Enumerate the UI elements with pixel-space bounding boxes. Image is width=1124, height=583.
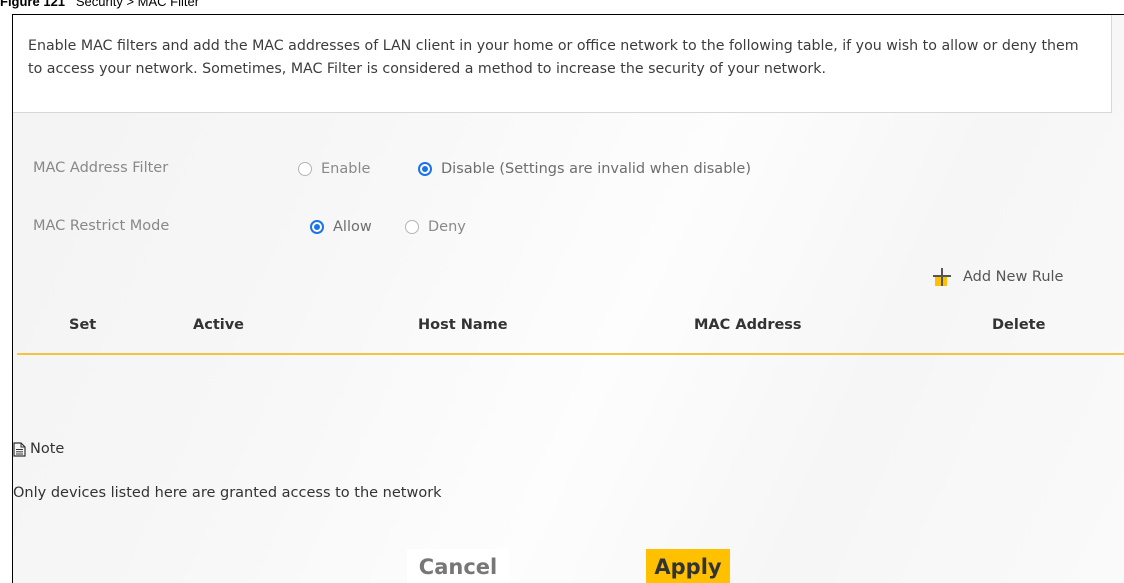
mac-filter-disable-option[interactable]: Disable (Settings are invalid when disab… (418, 161, 751, 177)
figure-caption: Figure 121 Security > MAC Filter (0, 0, 199, 9)
restrict-deny-label: Deny (428, 219, 466, 235)
mac-filter-panel: Enable MAC filters and add the MAC addre… (12, 14, 1124, 583)
restrict-allow-radio[interactable] (310, 220, 324, 234)
mac-filter-disable-radio[interactable] (418, 162, 432, 176)
column-header-delete: Delete (992, 317, 1046, 333)
add-new-rule-button[interactable]: Add New Rule (933, 268, 1063, 286)
restrict-allow-label: Allow (333, 219, 372, 235)
restrict-allow-option[interactable]: Allow (310, 219, 372, 235)
apply-button[interactable]: Apply (646, 549, 730, 583)
column-header-mac-address: MAC Address (694, 317, 802, 333)
note-text: Only devices listed here are granted acc… (13, 485, 442, 501)
note-heading: Note (13, 441, 64, 457)
mac-address-filter-label: MAC Address Filter (33, 160, 169, 176)
table-header-divider (17, 353, 1124, 355)
column-header-active: Active (193, 317, 245, 333)
mac-filter-enable-option[interactable]: Enable (298, 161, 370, 177)
column-header-set: Set (69, 317, 97, 333)
add-new-rule-label: Add New Rule (963, 269, 1064, 285)
plus-icon (933, 268, 951, 286)
figure-number: Figure 121 (0, 0, 66, 9)
mac-restrict-mode-label: MAC Restrict Mode (33, 218, 170, 234)
intro-text: Enable MAC filters and add the MAC addre… (13, 15, 1112, 113)
mac-filter-enable-label: Enable (321, 161, 371, 177)
restrict-deny-option[interactable]: Deny (405, 219, 466, 235)
column-header-host-name: Host Name (418, 317, 508, 333)
figure-title: Security > MAC Filter (75, 0, 200, 9)
mac-filter-disable-label: Disable (Settings are invalid when disab… (441, 161, 752, 177)
document-icon (13, 441, 26, 457)
note-label: Note (30, 441, 65, 457)
cancel-button[interactable]: Cancel (407, 549, 509, 583)
mac-filter-enable-radio[interactable] (298, 162, 312, 176)
restrict-deny-radio[interactable] (405, 220, 419, 234)
